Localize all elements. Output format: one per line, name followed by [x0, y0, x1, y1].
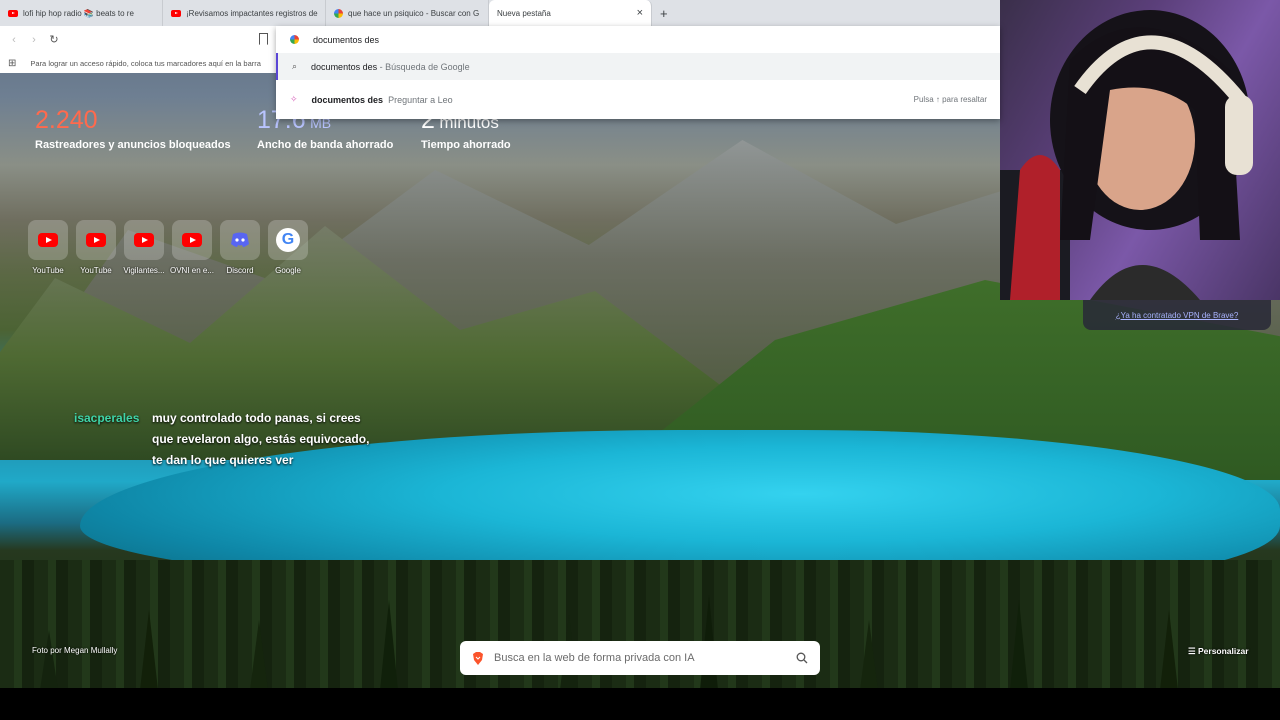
search-icon: ⌕ [292, 61, 298, 71]
top-sites: YouTube YouTube Vigilantes... OVNI en e.… [28, 220, 308, 275]
top-site-label: Vigilantes... [123, 266, 165, 275]
omnibox-input[interactable]: documentos des [313, 35, 379, 45]
top-site-ovni[interactable]: OVNI en e... [170, 220, 214, 275]
youtube-icon [182, 233, 202, 247]
tab-title: lofi hip hop radio 📚 beats to re [23, 8, 134, 18]
customize-label: Personalizar [1197, 646, 1249, 656]
top-site-google[interactable]: G Google [268, 220, 308, 275]
tab-title: ¡Revisamos impactantes registros de [186, 8, 318, 18]
top-site-vigilantes[interactable]: Vigilantes... [123, 220, 165, 275]
suggestion-query: documentos des [311, 94, 384, 105]
tab-title: que hace un psiquico - Buscar con G [348, 8, 480, 18]
trackers-label: Rastreadores y anuncios bloqueados [35, 139, 231, 151]
webcam-person [1000, 10, 1253, 300]
tab-psiquico[interactable]: que hace un psiquico - Buscar con G [326, 0, 489, 26]
tab-title: Nueva pestaña [497, 8, 551, 18]
bookmarks-bar: ⊞ Para lograr un acceso rápido, coloca t… [0, 53, 276, 73]
bandwidth-label: Ancho de banda ahorrado [257, 139, 394, 151]
youtube-icon [134, 233, 154, 247]
youtube-icon [38, 233, 58, 247]
google-icon: G [276, 228, 300, 252]
stat-trackers-blocked: 2.240 Rastreadores y anuncios bloqueados [35, 106, 231, 151]
customize-icon: ☰ [1188, 646, 1198, 656]
apps-grid-icon[interactable]: ⊞ [8, 58, 16, 69]
discord-icon [231, 232, 249, 247]
stream-chat-message: isacperales muy controlado todo panas, s… [74, 408, 374, 471]
youtube-icon [171, 9, 181, 17]
google-icon [334, 8, 343, 18]
suggestion-ask-leo[interactable]: ✧ documentos des Preguntar a Leo Pulsa ↑… [276, 86, 1000, 113]
bookmarks-hint: Para lograr un acceso rápido, coloca tus… [30, 58, 261, 68]
private-search-box[interactable]: Busca en la web de forma privada con IA [460, 641, 820, 675]
vpn-promo-link[interactable]: ¿Ya ha contratado VPN de Brave? [1083, 300, 1271, 330]
top-site-label: YouTube [80, 266, 112, 275]
youtube-icon [86, 233, 106, 247]
suggestion-google-search[interactable]: ⌕ documentos des - Búsqueda de Google [276, 53, 1000, 80]
search-placeholder: Busca en la web de forma privada con IA [494, 652, 695, 664]
chat-text: muy controlado todo panas, si crees que … [152, 411, 370, 467]
webcam-overlay [1000, 0, 1280, 300]
suggestion-detail: Preguntar a Leo [388, 94, 453, 105]
top-site-youtube-2[interactable]: YouTube [76, 220, 116, 275]
suggestion-query: documentos des [311, 61, 378, 72]
trackers-count: 2.240 [35, 106, 98, 134]
new-tab-page: 2.240 Rastreadores y anuncios bloqueados… [0, 0, 1280, 688]
back-icon[interactable]: ‹ [4, 34, 24, 46]
top-site-label: Discord [226, 266, 254, 275]
close-tab-icon[interactable]: × [637, 7, 643, 19]
chat-username: isacperales [74, 411, 140, 425]
google-icon [290, 35, 299, 44]
photo-credit[interactable]: Foto por Megan Mullally [32, 646, 117, 655]
tab-lofi[interactable]: lofi hip hop radio 📚 beats to re [0, 0, 163, 26]
youtube-icon [8, 9, 18, 17]
top-site-label: OVNI en e... [169, 266, 215, 275]
top-site-label: Google [275, 266, 301, 275]
top-site-youtube-1[interactable]: YouTube [28, 220, 68, 275]
highlight-hint: Pulsa ↑ para resaltar [913, 95, 987, 104]
omnibox-dropdown: documentos des ⌕ documentos des - Búsque… [276, 26, 1000, 119]
tab-nueva-pestana[interactable]: Nueva pestaña × [489, 0, 652, 26]
bottom-black-bar [0, 688, 1280, 720]
bookmark-icon[interactable] [259, 33, 268, 45]
new-tab-button[interactable]: + [652, 6, 676, 21]
top-site-label: YouTube [32, 266, 64, 275]
time-label: Tiempo ahorrado [421, 139, 511, 151]
brave-lion-icon [473, 651, 483, 665]
forward-icon[interactable]: › [24, 34, 44, 46]
top-site-discord[interactable]: Discord [220, 220, 260, 275]
search-icon[interactable] [796, 652, 808, 664]
leo-star-icon: ✧ [290, 94, 298, 104]
suggestion-detail: - Búsqueda de Google [377, 61, 470, 72]
omnibox-input-row[interactable]: documentos des [276, 26, 1000, 53]
reload-icon[interactable]: ↻ [44, 33, 64, 46]
tab-strip: lofi hip hop radio 📚 beats to re ¡Revisa… [0, 0, 1000, 26]
tab-revisamos[interactable]: ¡Revisamos impactantes registros de [163, 0, 326, 26]
customize-button[interactable]: ☰ Personalizar [1188, 646, 1249, 657]
